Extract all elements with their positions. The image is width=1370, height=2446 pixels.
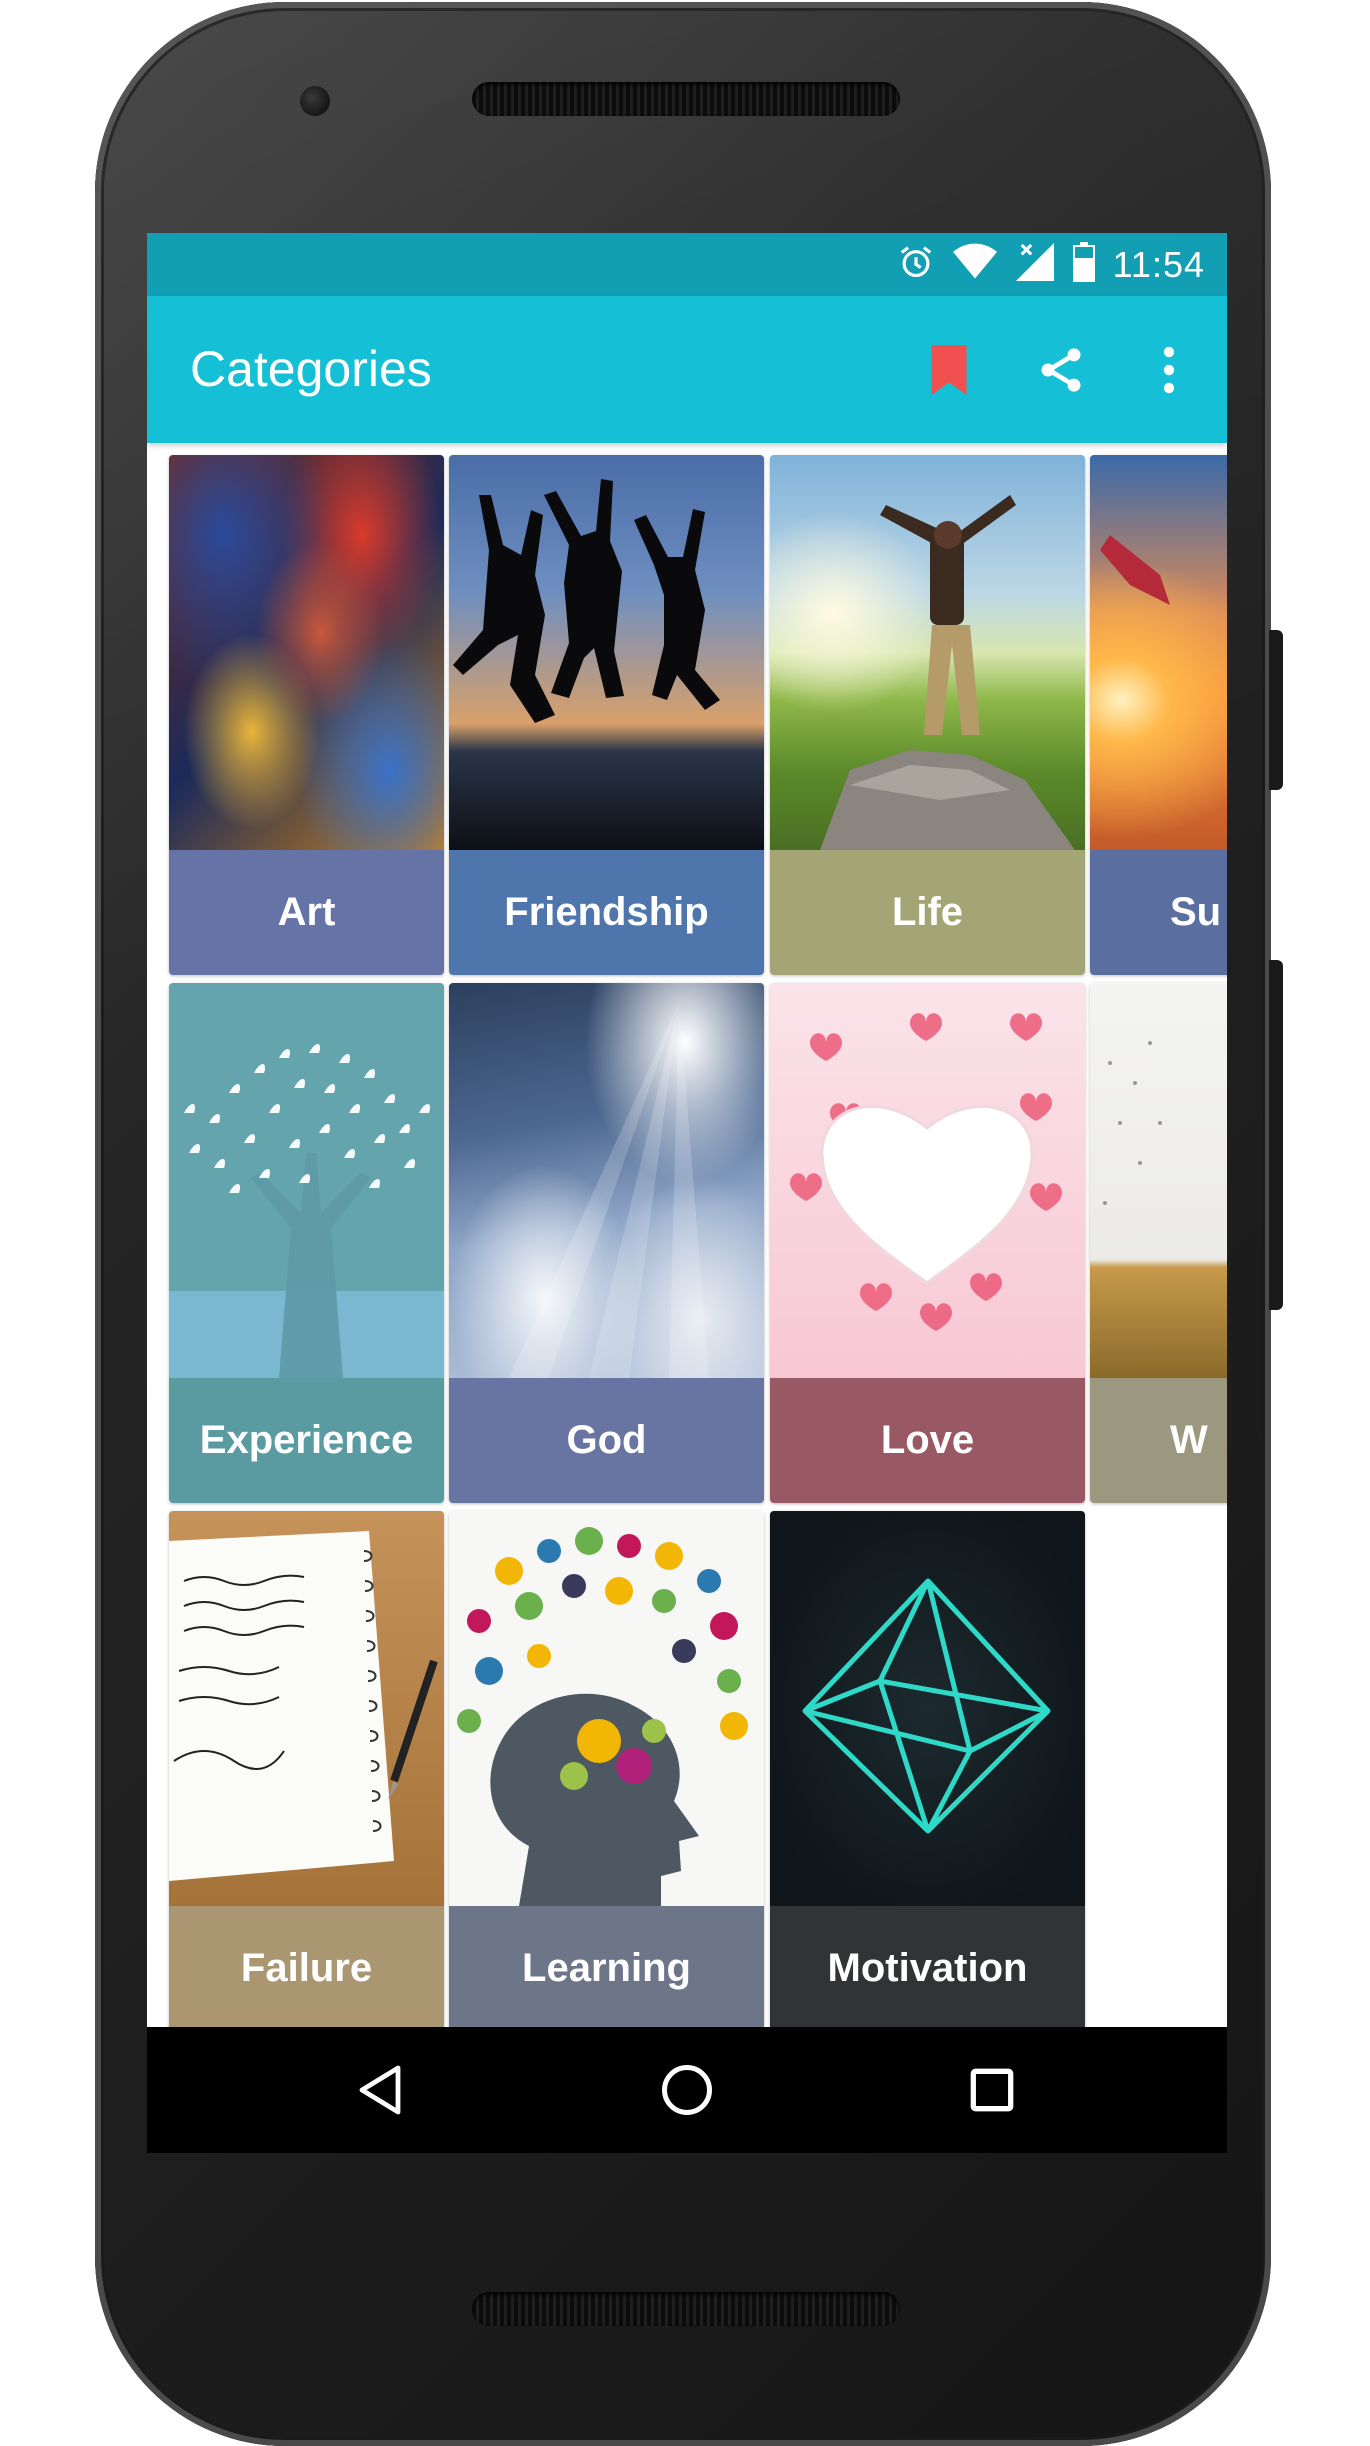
- category-label: Su: [1090, 850, 1227, 975]
- art-painting-image: [169, 455, 444, 850]
- category-tile-love[interactable]: Love: [770, 983, 1085, 1503]
- category-tile-w[interactable]: W: [1090, 983, 1227, 1503]
- notebook-image: [169, 1511, 444, 1906]
- front-camera: [300, 86, 330, 116]
- more-vert-icon: [1163, 346, 1175, 394]
- category-tile-god[interactable]: God: [449, 983, 764, 1503]
- friendship-silhouette-image: [449, 455, 764, 850]
- back-icon: [359, 2065, 401, 2115]
- category-tile-learning[interactable]: Learning: [449, 1511, 764, 2027]
- sunset-image: [1090, 455, 1227, 850]
- brain-icons-image: [449, 1511, 764, 1906]
- system-nav-bar: [147, 2027, 1227, 2153]
- tree-image: [169, 983, 444, 1378]
- wifi-icon: [952, 243, 997, 286]
- learn-book-image: [1090, 983, 1227, 1378]
- category-label: Learning: [449, 1906, 764, 2027]
- home-icon: [662, 2065, 712, 2115]
- recents-button[interactable]: [959, 2057, 1025, 2123]
- category-label: Failure: [169, 1906, 444, 2027]
- signal-icon: [1015, 243, 1055, 286]
- category-tile-art[interactable]: Art: [169, 455, 444, 975]
- share-button[interactable]: [1029, 338, 1093, 402]
- battery-icon: [1072, 242, 1095, 287]
- category-label: Motivation: [770, 1906, 1085, 2027]
- category-label: W: [1090, 1378, 1227, 1503]
- category-grid: Art Friendship Life Su Experience God Lo…: [147, 443, 1227, 2027]
- overflow-menu-button[interactable]: [1137, 338, 1201, 402]
- bookmark-button[interactable]: [917, 338, 981, 402]
- hearts-image: [770, 983, 1085, 1378]
- sky-rays-image: [449, 983, 764, 1378]
- category-label: Love: [770, 1378, 1085, 1503]
- category-label: Life: [770, 850, 1085, 975]
- screen: 11:54 Categories Art Friendship Life Su …: [147, 233, 1227, 2153]
- share-icon: [1041, 348, 1081, 392]
- category-label: Experience: [169, 1378, 444, 1503]
- category-tile-friendship[interactable]: Friendship: [449, 455, 764, 975]
- category-label: God: [449, 1378, 764, 1503]
- category-tile-experience[interactable]: Experience: [169, 983, 444, 1503]
- category-tile-su[interactable]: Su: [1090, 455, 1227, 975]
- category-tile-life[interactable]: Life: [770, 455, 1085, 975]
- bottom-speaker: [472, 2292, 900, 2326]
- category-tile-failure[interactable]: Failure: [169, 1511, 444, 2027]
- bookmark-icon: [931, 345, 967, 395]
- power-button: [1269, 630, 1283, 790]
- app-bar: Categories: [147, 296, 1227, 443]
- earpiece-speaker: [472, 82, 900, 116]
- category-tile-motivation[interactable]: Motivation: [770, 1511, 1085, 2027]
- status-time: 11:54: [1112, 243, 1205, 285]
- life-mountain-image: [770, 455, 1085, 850]
- back-button[interactable]: [347, 2057, 413, 2123]
- alarm-icon: [897, 243, 935, 286]
- crystal-image: [770, 1511, 1085, 1906]
- page-title: Categories: [190, 341, 432, 397]
- status-bar: 11:54: [147, 233, 1227, 296]
- recents-icon: [970, 2068, 1014, 2112]
- volume-button: [1269, 960, 1283, 1310]
- home-button[interactable]: [654, 2057, 720, 2123]
- category-label: Art: [169, 850, 444, 975]
- category-label: Friendship: [449, 850, 764, 975]
